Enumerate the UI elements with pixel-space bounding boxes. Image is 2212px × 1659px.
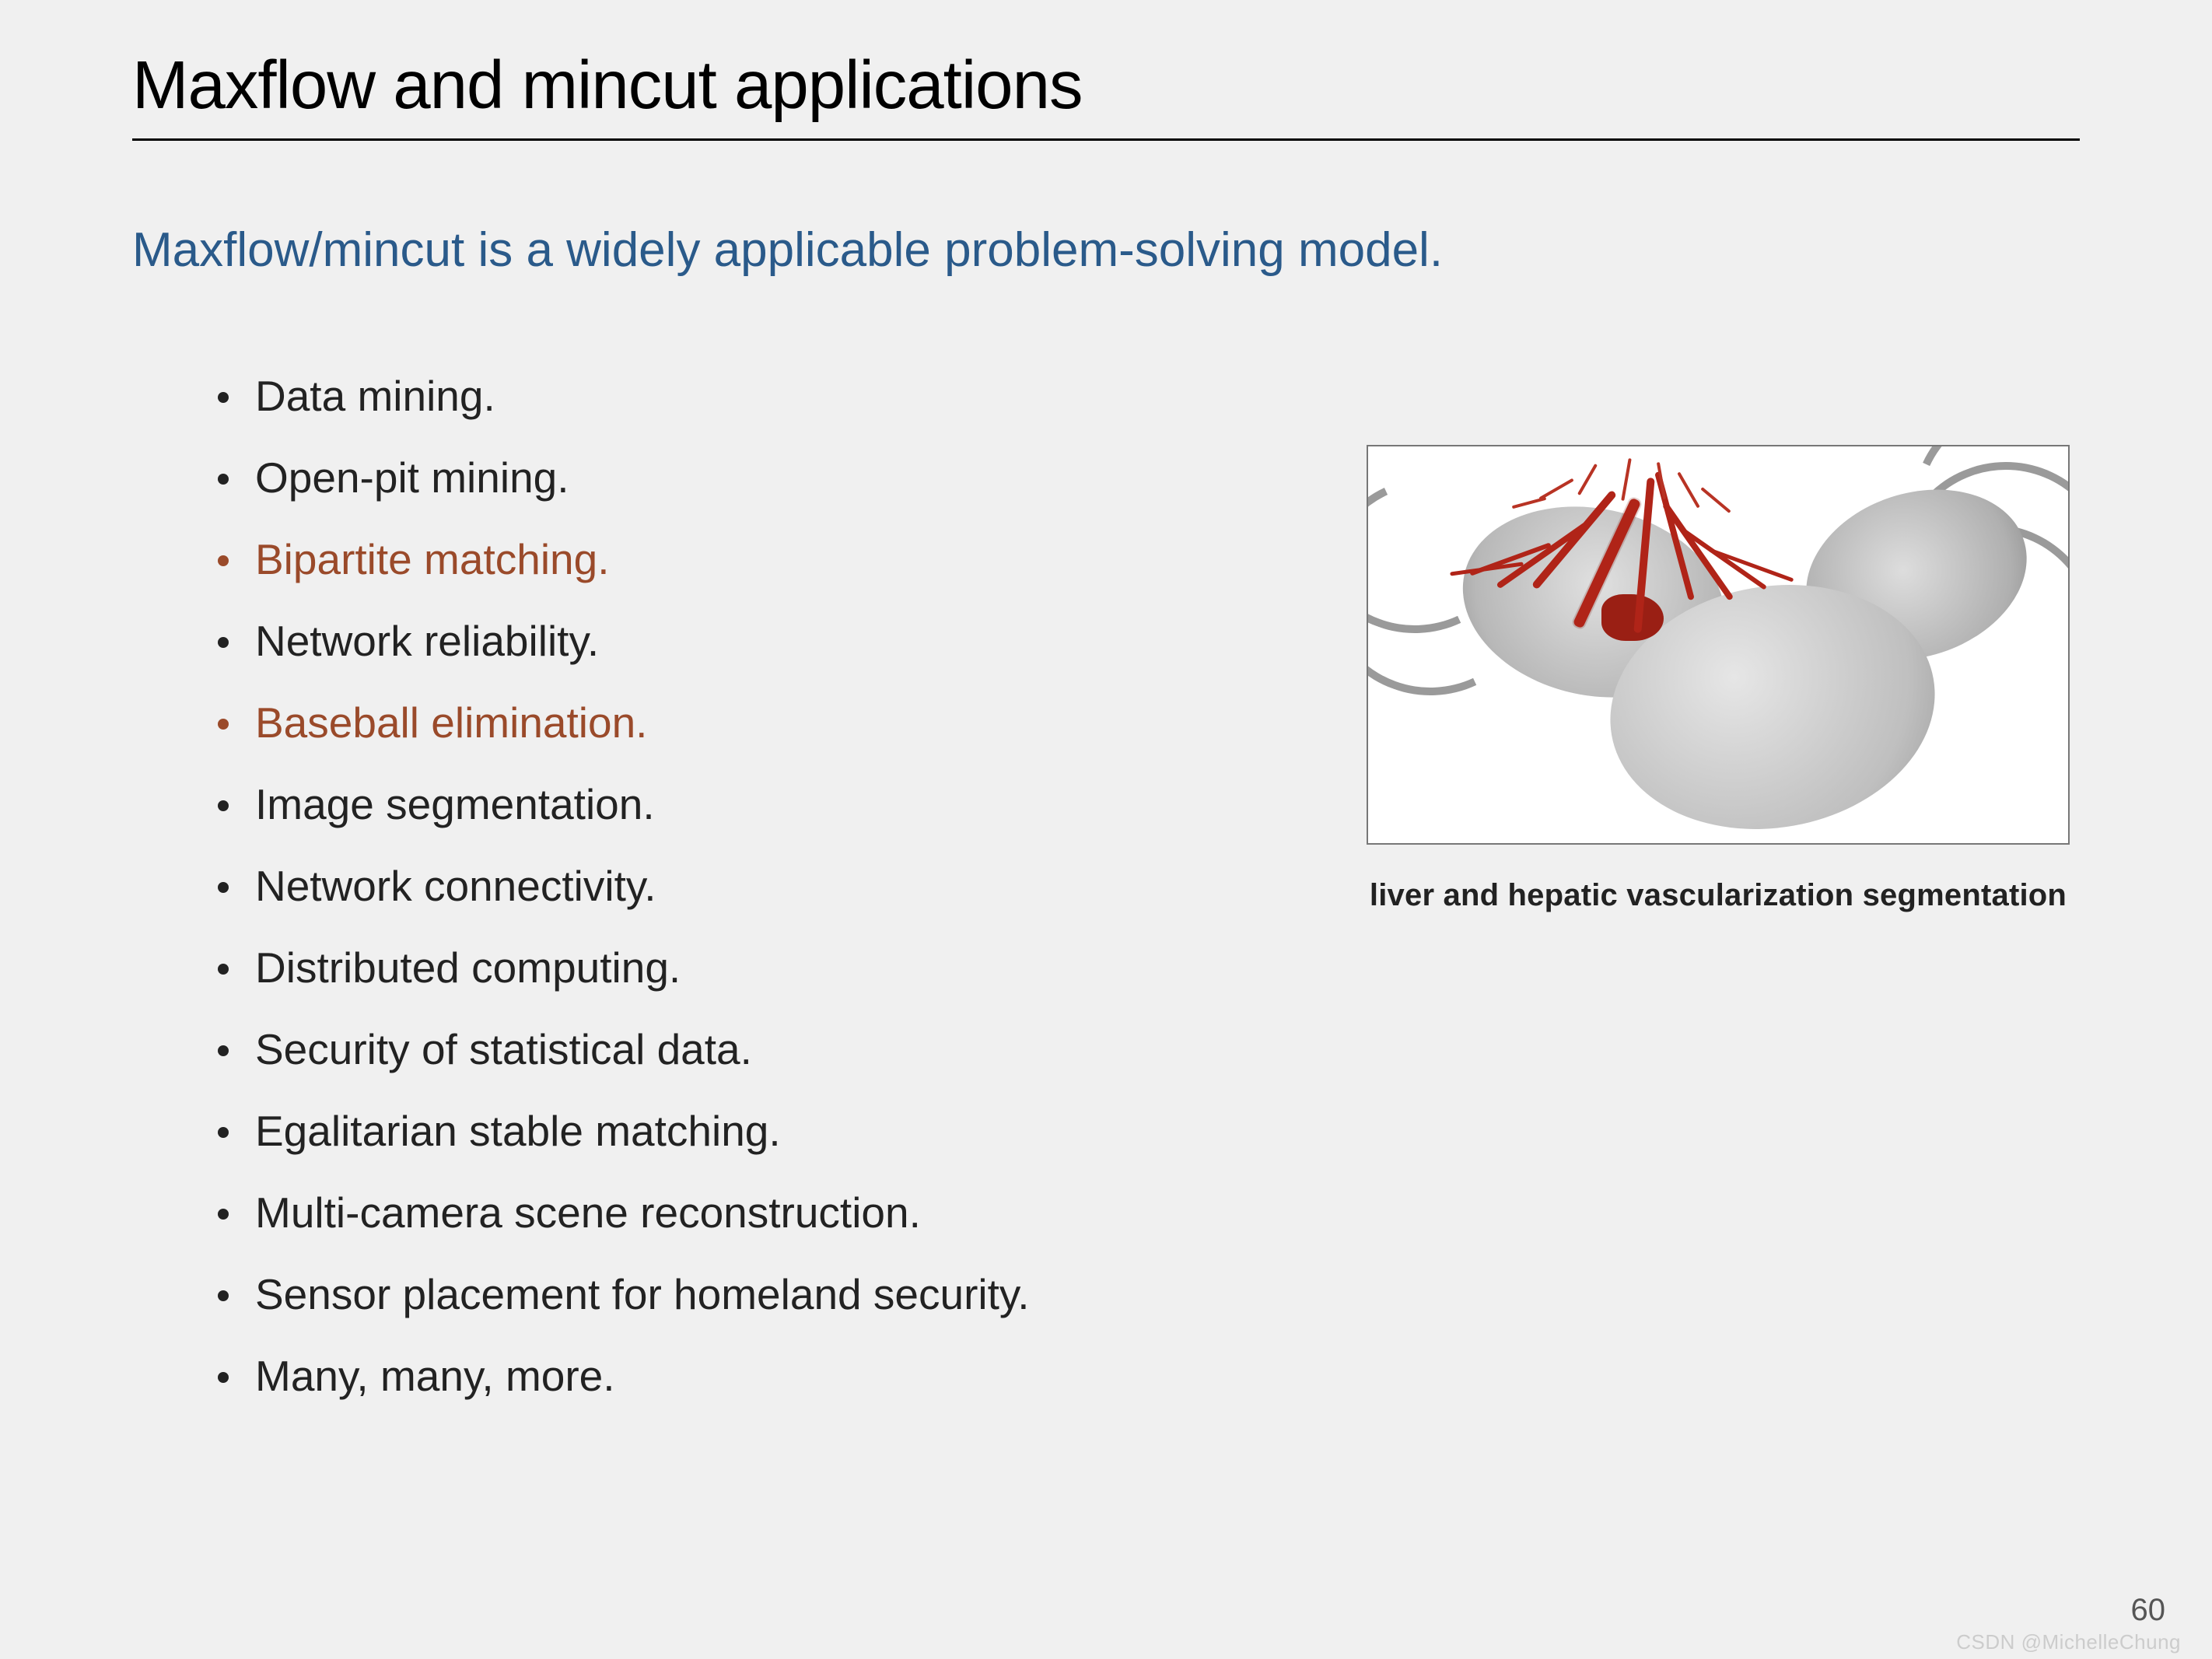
watermark: CSDN @MichelleChung: [1956, 1630, 2181, 1654]
list-item: Many, many, more.: [218, 1355, 1341, 1398]
list-item: Distributed computing.: [218, 947, 1341, 989]
list-item: Network connectivity.: [218, 865, 1341, 908]
list-item: Data mining.: [218, 375, 1341, 418]
slide-subtitle: Maxflow/mincut is a widely applicable pr…: [132, 222, 2080, 278]
slide: Maxflow and mincut applications Maxflow/…: [0, 0, 2212, 1659]
title-divider: [132, 138, 2080, 141]
list-item: Baseball elimination.: [218, 702, 1341, 744]
list-item: Open-pit mining.: [218, 457, 1341, 499]
figure-image: [1367, 445, 2070, 845]
figure-caption: liver and hepatic vascularization segmen…: [1356, 878, 2080, 913]
list-item: Multi-camera scene reconstruction.: [218, 1192, 1341, 1234]
list-item: Egalitarian stable matching.: [218, 1110, 1341, 1153]
content-row: Data mining. Open-pit mining. Bipartite ma…: [132, 375, 2080, 1437]
figure: liver and hepatic vascularization segmen…: [1356, 445, 2080, 913]
list-item: Image segmentation.: [218, 783, 1341, 826]
list-item: Sensor placement for homeland security.: [218, 1273, 1341, 1316]
list-item: Network reliability.: [218, 620, 1341, 663]
page-number: 60: [2131, 1593, 2166, 1628]
slide-title: Maxflow and mincut applications: [132, 47, 2080, 124]
list-item: Security of statistical data.: [218, 1028, 1341, 1071]
bullet-list: Data mining. Open-pit mining. Bipartite ma…: [132, 375, 1341, 1437]
list-item: Bipartite matching.: [218, 538, 1341, 581]
